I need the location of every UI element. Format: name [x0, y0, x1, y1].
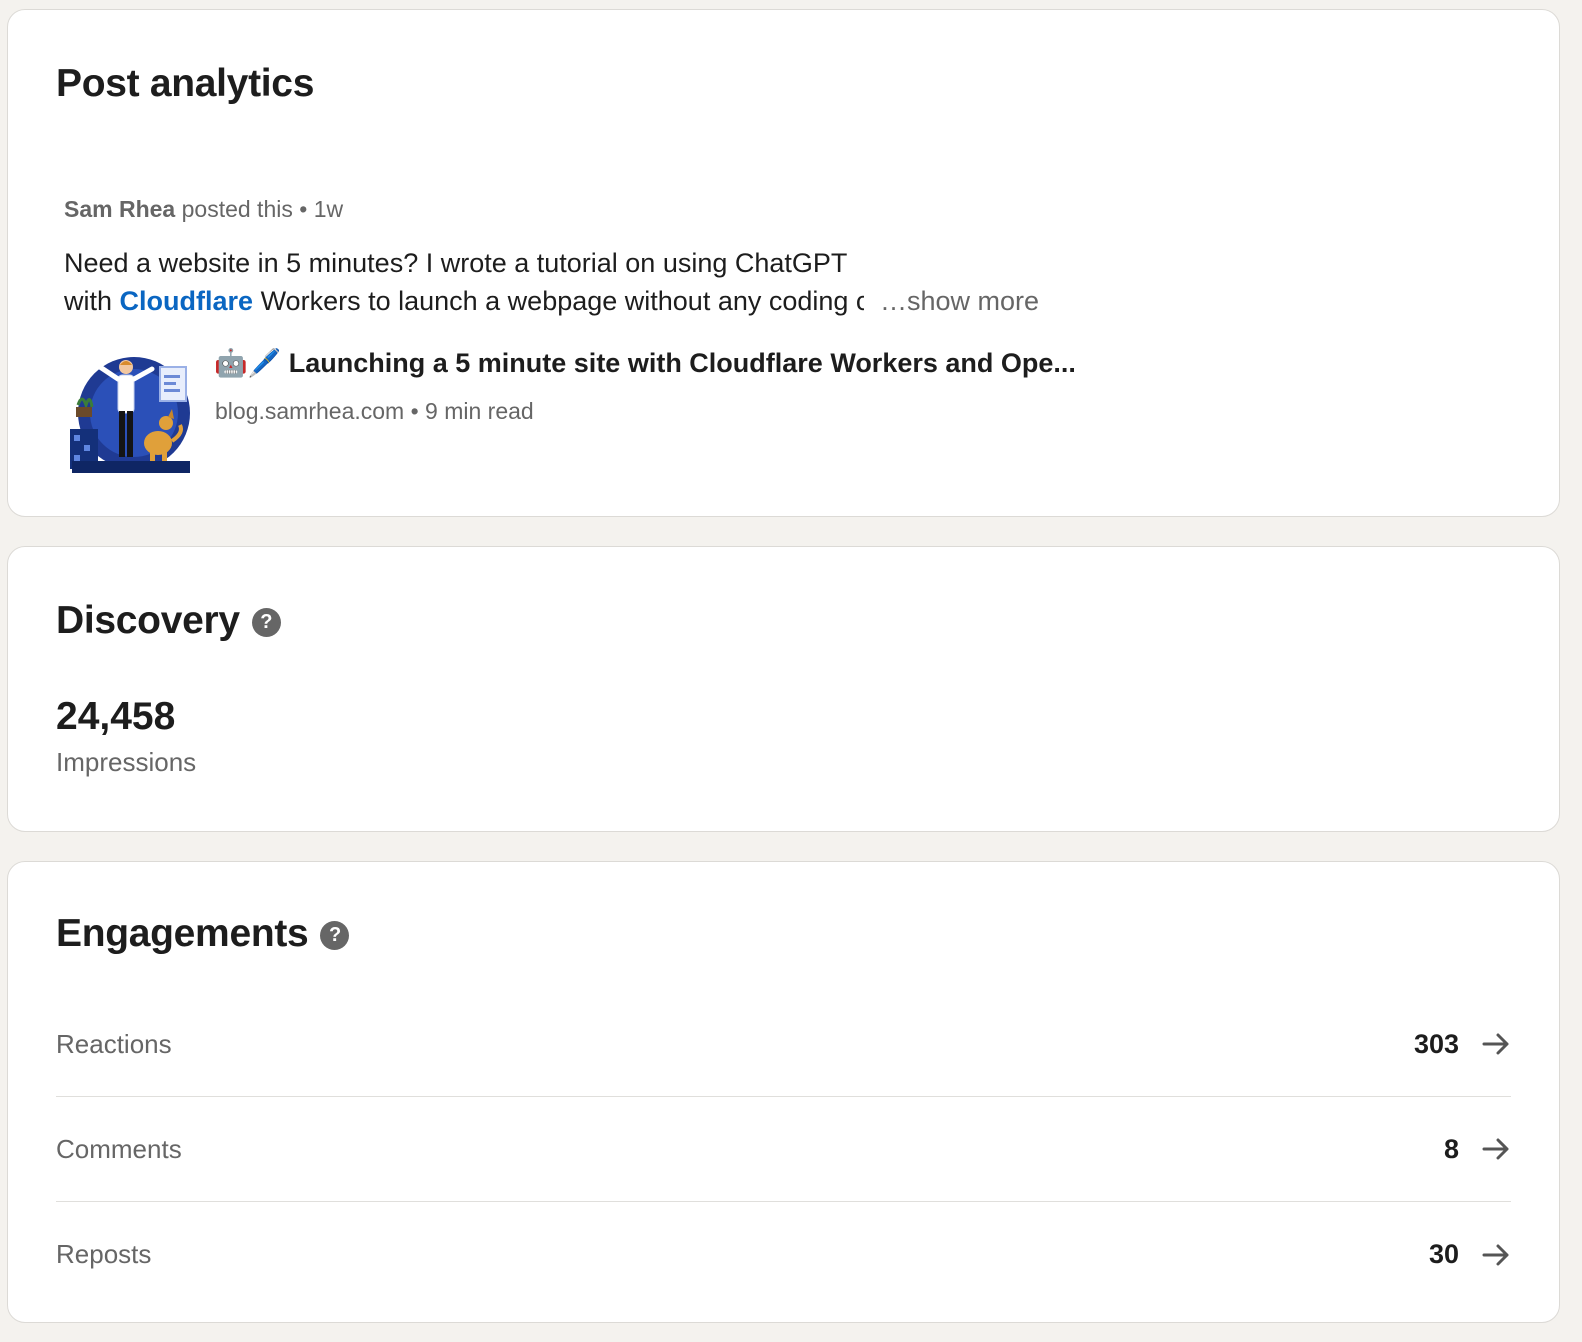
post-text-suffix: Workers to launch a webpage without any … — [260, 286, 864, 316]
post-meta: Sam Rhea posted this • 1w — [64, 196, 343, 223]
post-text: Need a website in 5 minutes? I wrote a t… — [64, 244, 1114, 320]
post-analytics-title: Post analytics — [56, 62, 315, 105]
meta-separator: • — [299, 196, 308, 222]
article-title[interactable]: Launching a 5 minute site with Cloudflar… — [289, 348, 1076, 378]
engagements-list: Reactions 303 Comments 8 Reposts 30 — [56, 992, 1511, 1307]
discovery-title-row: Discovery ? — [56, 599, 281, 643]
engagement-value: 8 — [1443, 1133, 1459, 1164]
engagement-value: 30 — [1428, 1239, 1459, 1269]
cloudflare-link[interactable]: Cloudflare — [120, 286, 254, 316]
impressions-count: 24,458 — [56, 695, 176, 738]
shared-article[interactable]: 🤖🖊️ Launching a 5 minute site with Cloud… — [64, 345, 1124, 475]
post-analytics-card: Post analytics Sam Rhea posted this • 1w… — [7, 9, 1560, 517]
article-title-row[interactable]: 🤖🖊️ Launching a 5 minute site with Cloud… — [214, 347, 1094, 379]
engagement-row-comments[interactable]: Comments 8 — [56, 1097, 1511, 1202]
post-text-line-2: with Cloudflare Workers to launch a webp… — [64, 282, 1114, 320]
post-text-line-1: Need a website in 5 minutes? I wrote a t… — [64, 248, 848, 278]
posted-text: posted this — [181, 196, 293, 222]
engagements-title: Engagements — [56, 912, 309, 955]
post-author[interactable]: Sam Rhea — [64, 196, 175, 222]
article-thumbnail[interactable] — [64, 345, 192, 473]
help-icon[interactable]: ? — [251, 607, 281, 637]
engagement-row-reactions[interactable]: Reactions 303 — [56, 992, 1511, 1097]
engagements-title-row: Engagements ? — [56, 912, 350, 956]
engagement-row-reposts[interactable]: Reposts 30 — [56, 1202, 1511, 1307]
post-age: 1w — [313, 196, 344, 222]
arrow-right-icon[interactable] — [1481, 1137, 1511, 1161]
arrow-right-icon[interactable] — [1481, 1243, 1511, 1267]
engagement-label: Reposts — [56, 1239, 152, 1269]
discovery-title: Discovery — [56, 599, 240, 642]
engagement-value-group: 30 — [1429, 1239, 1511, 1270]
help-icon[interactable]: ? — [320, 920, 350, 950]
post-text-prefix: with — [64, 286, 113, 316]
article-subtitle: blog.samrhea.com • 9 min read — [215, 398, 534, 425]
robot-pen-emoji-icon: 🤖🖊️ — [214, 348, 282, 378]
article-read-time: 9 min read — [425, 398, 534, 424]
engagement-value-group: 303 — [1414, 1029, 1511, 1060]
engagement-label: Reactions — [56, 1028, 172, 1059]
post-text-line-2-content: with Cloudflare Workers to launch a webp… — [64, 282, 864, 320]
engagement-value: 303 — [1413, 1028, 1459, 1059]
engagement-value-group: 8 — [1444, 1134, 1511, 1165]
article-separator: • — [410, 398, 419, 424]
article-domain: blog.samrhea.com — [215, 398, 405, 424]
discovery-card: Discovery ? 24,458 Impressions — [7, 546, 1560, 832]
engagement-label: Comments — [56, 1133, 182, 1164]
impressions-label: Impressions — [56, 747, 197, 777]
engagements-card: Engagements ? Reactions 303 Comments 8 R… — [7, 861, 1560, 1323]
arrow-right-icon[interactable] — [1481, 1032, 1511, 1056]
show-more-button[interactable]: …show more — [880, 282, 1039, 320]
